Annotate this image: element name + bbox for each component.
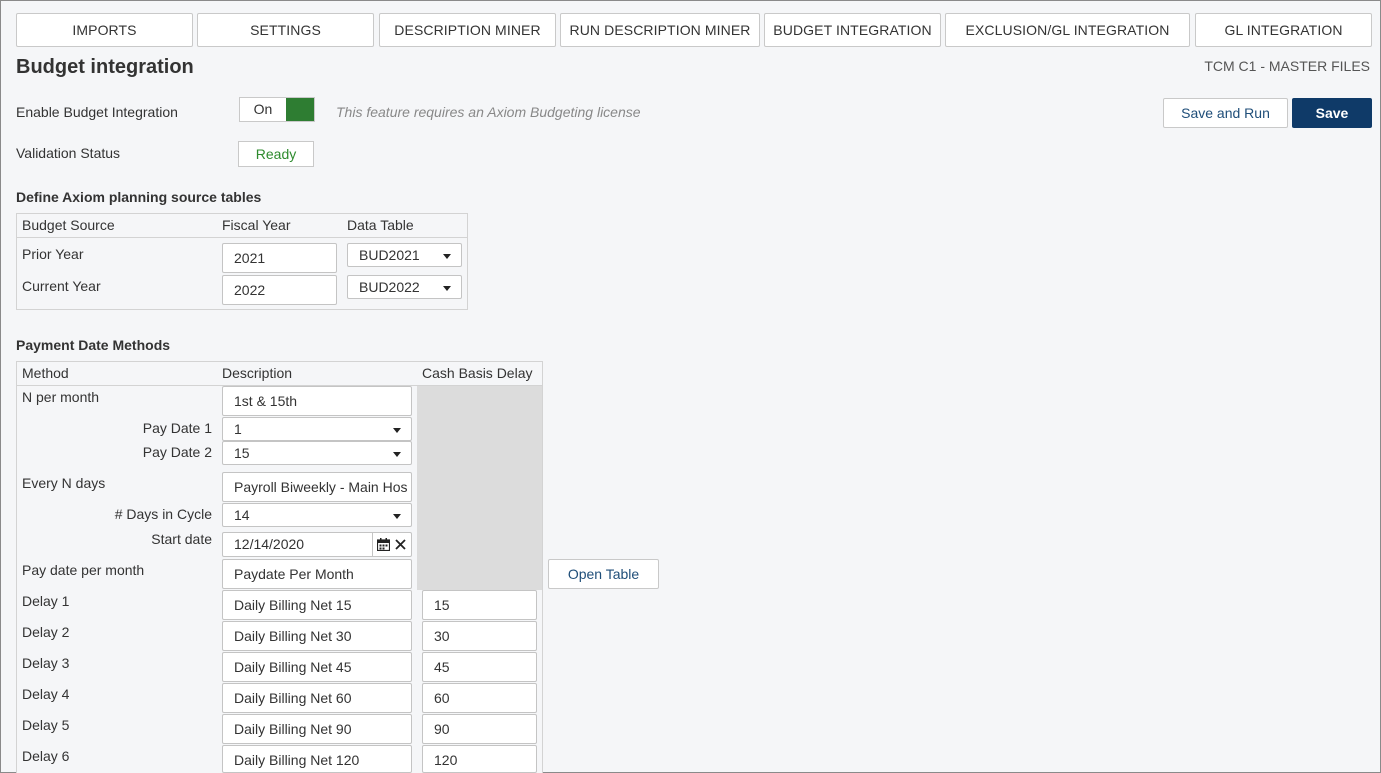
calendar-icon[interactable] [377, 538, 390, 551]
source-tables-title: Define Axiom planning source tables [16, 189, 262, 205]
delay-6-description-input[interactable]: Daily Billing Net 120 [222, 745, 412, 773]
start-date-picker[interactable]: 12/14/2020 [222, 532, 412, 557]
toggle-knob [286, 98, 314, 121]
chevron-down-icon [393, 428, 401, 433]
delay-2-label: Delay 2 [22, 624, 70, 640]
delay-1-label: Delay 1 [22, 593, 70, 609]
start-date-label: Start date [151, 531, 212, 547]
current-year-label: Current Year [22, 278, 101, 294]
enable-budget-label: Enable Budget Integration [16, 104, 178, 120]
delay-5-value-input[interactable]: 90 [422, 714, 537, 744]
chevron-down-icon [443, 254, 451, 259]
tab-gl-integration[interactable]: GL INTEGRATION [1195, 13, 1372, 47]
chevron-down-icon [443, 286, 451, 291]
context-label: TCM C1 - MASTER FILES [1204, 58, 1370, 74]
col-description: Description [222, 365, 293, 381]
delay-1-description-input[interactable]: Daily Billing Net 15 [222, 590, 412, 620]
pay-date-per-month-description-input[interactable]: Paydate Per Month [222, 559, 412, 589]
delay-4-description-input[interactable]: Daily Billing Net 60 [222, 683, 412, 713]
source-tables-header-divider [16, 237, 468, 238]
delay-5-description-input[interactable]: Daily Billing Net 90 [222, 714, 412, 744]
tab-budget-integration[interactable]: BUDGET INTEGRATION [764, 13, 941, 47]
prior-year-fiscal-input[interactable]: 2021 [222, 243, 337, 273]
every-n-days-description-input[interactable]: Payroll Biweekly - Main Hos [222, 472, 412, 502]
col-budget-source: Budget Source [22, 217, 115, 233]
validation-status-label: Validation Status [16, 145, 121, 161]
col-method: Method [22, 365, 69, 381]
prior-year-table-select[interactable]: BUD2021 [347, 243, 462, 267]
validation-status-badge: Ready [238, 141, 314, 167]
col-data-table: Data Table [347, 217, 414, 233]
every-n-days-label: Every N days [22, 475, 106, 491]
toggle-state-label: On [253, 101, 273, 117]
days-in-cycle-value: 14 [234, 507, 250, 523]
delay-4-label: Delay 4 [22, 686, 70, 702]
payment-methods-title: Payment Date Methods [16, 337, 171, 353]
tab-settings[interactable]: SETTINGS [197, 13, 374, 47]
delay-3-description-input[interactable]: Daily Billing Net 45 [222, 652, 412, 682]
delay-1-value-input[interactable]: 15 [422, 590, 537, 620]
delay-6-value-input[interactable]: 120 [422, 745, 537, 773]
delay-2-value-input[interactable]: 30 [422, 621, 537, 651]
tab-description-miner[interactable]: DESCRIPTION MINER [379, 13, 556, 47]
n-per-month-description-input[interactable]: 1st & 15th [222, 386, 412, 416]
open-table-button[interactable]: Open Table [548, 559, 659, 589]
license-note: This feature requires an Axiom Budgeting… [336, 104, 641, 120]
chevron-down-icon [393, 452, 401, 457]
pay-date-2-label: Pay Date 2 [142, 444, 212, 460]
col-cash-basis-delay: Cash Basis Delay [422, 365, 533, 381]
delay-6-label: Delay 6 [22, 748, 70, 764]
start-date-value: 12/14/2020 [234, 536, 305, 552]
tab-exclusion-gl-integration[interactable]: EXCLUSION/GL INTEGRATION [945, 13, 1190, 47]
chevron-down-icon [393, 514, 401, 519]
days-in-cycle-label: # Days in Cycle [114, 506, 212, 522]
pay-date-2-value: 15 [234, 445, 250, 461]
pay-date-1-label: Pay Date 1 [142, 420, 212, 436]
enable-budget-toggle[interactable]: On [239, 97, 315, 122]
prior-year-label: Prior Year [22, 246, 84, 262]
col-fiscal-year: Fiscal Year [222, 217, 291, 233]
clear-date-icon[interactable] [395, 539, 406, 550]
save-button[interactable]: Save [1292, 98, 1372, 128]
pay-date-1-select[interactable]: 1 [222, 417, 412, 441]
delay-4-value-input[interactable]: 60 [422, 683, 537, 713]
save-and-run-button[interactable]: Save and Run [1163, 98, 1288, 128]
tab-run-description-miner[interactable]: RUN DESCRIPTION MINER [560, 13, 760, 47]
delay-5-label: Delay 5 [22, 717, 70, 733]
current-year-table-value: BUD2022 [359, 279, 420, 295]
pay-date-per-month-label: Pay date per month [22, 562, 145, 578]
pay-date-2-select[interactable]: 15 [222, 441, 412, 465]
prior-year-table-value: BUD2021 [359, 247, 420, 263]
date-divider [372, 533, 373, 556]
pay-date-1-value: 1 [234, 421, 242, 437]
delay-2-description-input[interactable]: Daily Billing Net 30 [222, 621, 412, 651]
tab-imports[interactable]: IMPORTS [16, 13, 193, 47]
current-year-table-select[interactable]: BUD2022 [347, 275, 462, 299]
delay-3-label: Delay 3 [22, 655, 70, 671]
page-title: Budget integration [16, 56, 194, 78]
days-in-cycle-select[interactable]: 14 [222, 503, 412, 527]
n-per-month-label: N per month [22, 389, 100, 405]
cash-delay-disabled-area [417, 386, 542, 590]
current-year-fiscal-input[interactable]: 2022 [222, 275, 337, 305]
app-frame: IMPORTS SETTINGS DESCRIPTION MINER RUN D… [0, 0, 1381, 773]
delay-3-value-input[interactable]: 45 [422, 652, 537, 682]
